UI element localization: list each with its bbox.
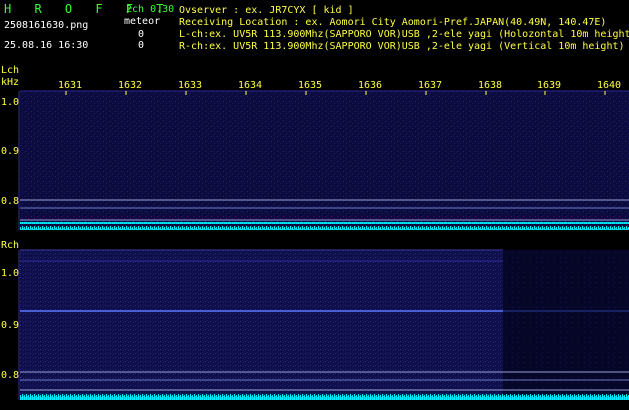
rch-spectrogram — [20, 249, 629, 400]
lch-spectrogram — [20, 90, 629, 230]
hrofft-window: H R O F F T 2ch 0.30 2508161630.png mete… — [0, 0, 629, 410]
spectrogram-canvas — [18, 90, 629, 400]
